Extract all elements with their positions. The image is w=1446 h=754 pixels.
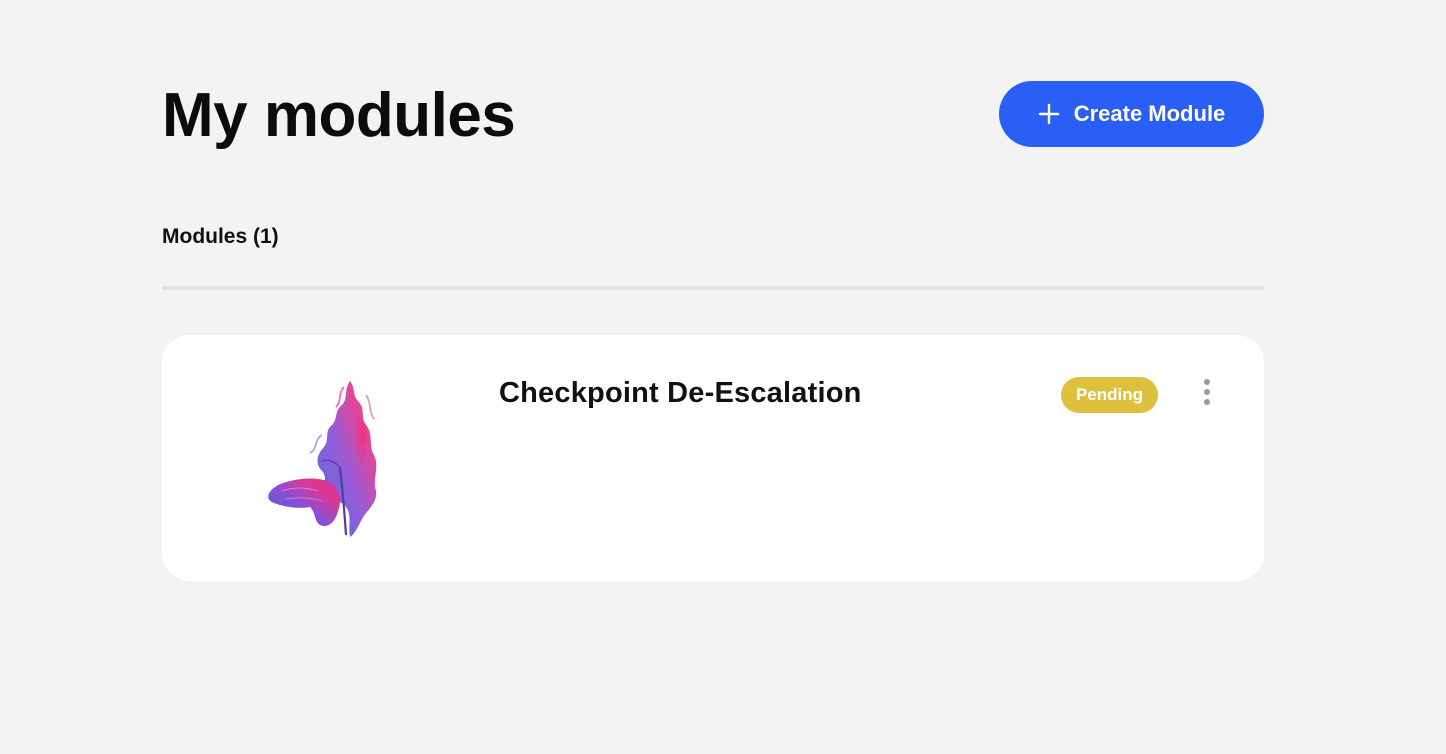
section-divider — [162, 286, 1264, 290]
plus-icon — [1038, 103, 1059, 125]
butterfly-thumbnail — [268, 381, 377, 537]
more-dot — [1204, 389, 1210, 395]
more-dot — [1204, 399, 1210, 405]
page-title: My modules — [162, 81, 516, 150]
more-dot — [1204, 379, 1210, 385]
status-badge: Pending — [1061, 377, 1158, 413]
modules-count-label: Modules (1) — [162, 225, 279, 248]
more-vertical-icon[interactable] — [1194, 375, 1220, 409]
create-module-button[interactable]: Create Module — [999, 81, 1264, 147]
module-title[interactable]: Checkpoint De-Escalation — [499, 377, 862, 410]
module-card[interactable]: Checkpoint De-Escalation Pending — [162, 335, 1264, 581]
create-module-label: Create Module — [1073, 101, 1226, 126]
